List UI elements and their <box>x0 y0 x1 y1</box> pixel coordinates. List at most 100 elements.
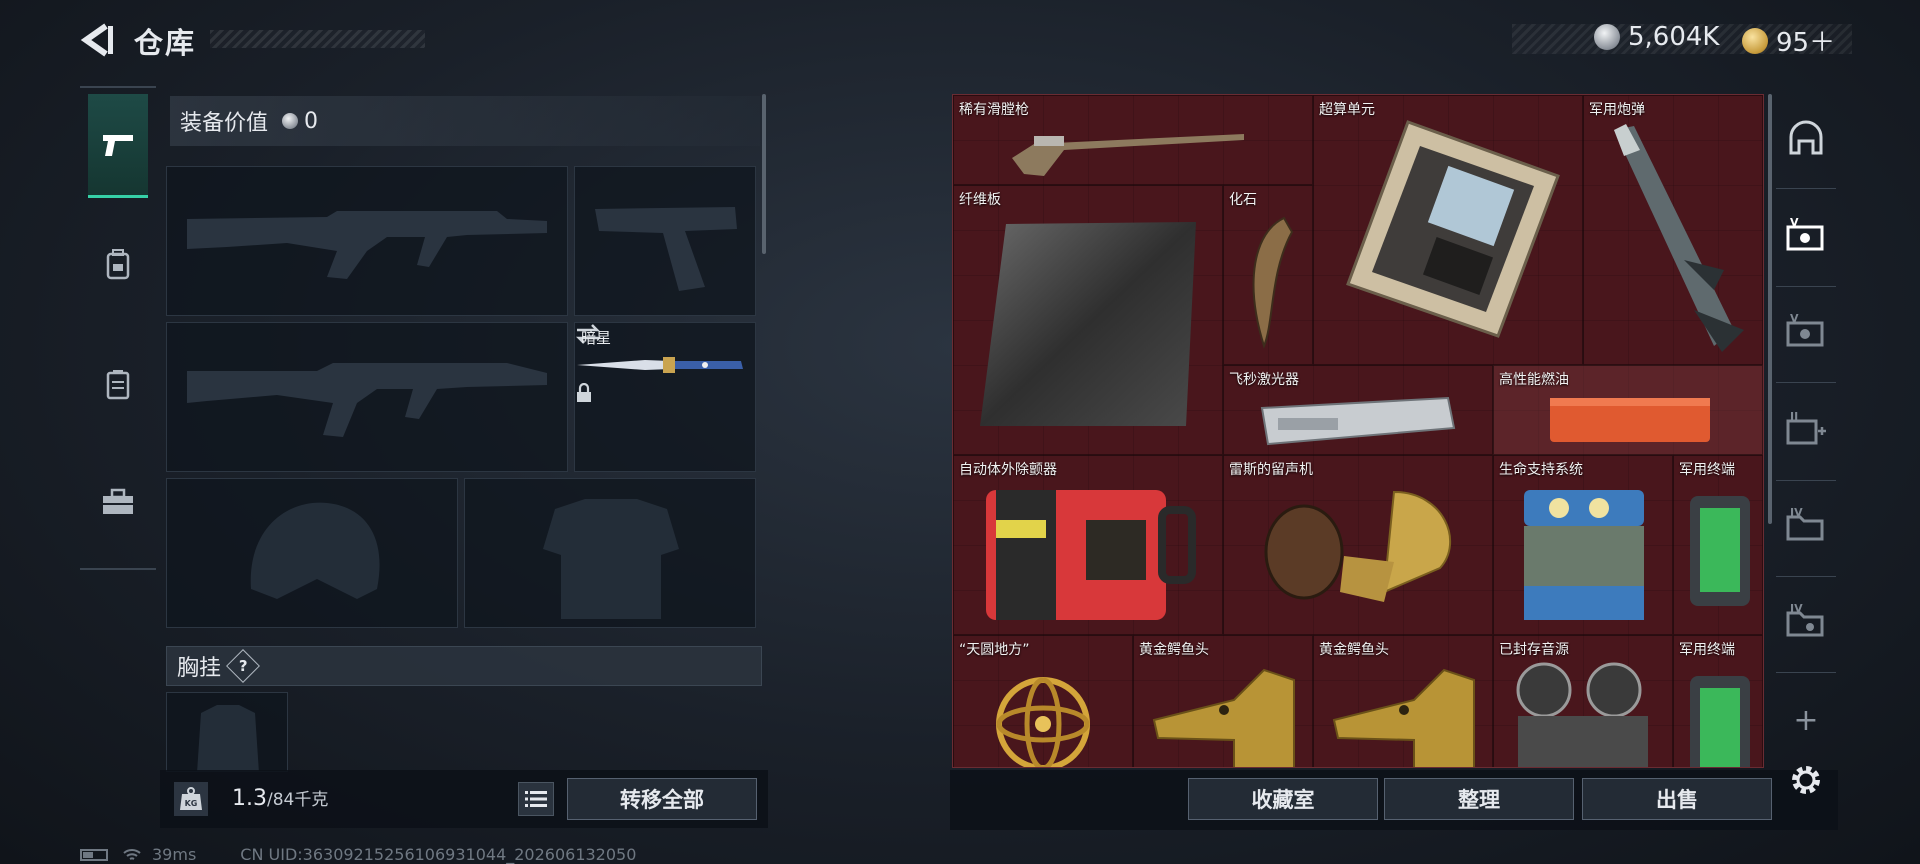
nav-backpack[interactable] <box>88 212 148 316</box>
fuel-case-icon <box>1550 398 1710 442</box>
rifle-silhouette-icon <box>187 363 547 437</box>
weight-readout: 1.3/84千克 <box>232 785 328 811</box>
claw-fossil-icon <box>1252 216 1294 349</box>
arch-door-icon <box>1789 120 1823 155</box>
tab-safehouse[interactable] <box>1782 114 1830 162</box>
item-label: 纤维板 <box>959 192 1001 208</box>
stash-item-high-performance-fuel[interactable]: 高性能燃油 <box>1493 365 1763 455</box>
collection-room-button[interactable]: 收藏室 <box>1188 778 1378 820</box>
chest-rig-label: 胸挂 <box>177 656 222 681</box>
melee-label: 暗星 <box>581 329 612 347</box>
svg-text:IV: IV <box>1790 602 1803 615</box>
svg-text:V: V <box>1790 216 1799 229</box>
stash-item-sealed-audio-source[interactable]: 已封存音源 <box>1493 635 1673 767</box>
nav-firearms[interactable] <box>88 94 148 198</box>
stash-item-femtosecond-laser[interactable]: 飞秒激光器 <box>1223 365 1493 455</box>
rugged-tablet-icon <box>1690 676 1750 767</box>
svg-text:II: II <box>1790 410 1798 423</box>
tab-stash-iv[interactable]: IV <box>1782 500 1830 548</box>
tab-stash-ii-add[interactable]: II <box>1782 404 1830 452</box>
melee-slot[interactable]: 暗星 <box>574 322 756 472</box>
body-armor-slot[interactable] <box>464 478 756 628</box>
stash-item-phonograph[interactable]: 雷斯的留声机 <box>1223 455 1493 635</box>
stash-item-fossil[interactable]: 化石 <box>1223 185 1313 365</box>
loadout-scrollbar[interactable] <box>762 94 766 254</box>
toolbox-icon <box>103 488 133 514</box>
settings-button[interactable] <box>1782 756 1830 804</box>
item-label: 军用终端 <box>1679 462 1735 478</box>
stash-item-golden-crocodile-head[interactable]: 黄金鳄鱼头 <box>1313 635 1493 767</box>
currency-silver[interactable]: 5,604K <box>1594 22 1719 52</box>
stash-item-military-terminal[interactable]: 军用终端 <box>1673 635 1763 767</box>
secondary-weapon-slot[interactable] <box>166 322 568 472</box>
stash-tab-icon: V <box>1786 312 1824 347</box>
sidearm-slot[interactable] <box>574 166 756 316</box>
stash-tab-icon: V <box>1786 216 1824 251</box>
armor-silhouette-icon <box>543 499 679 619</box>
dagger-icon <box>577 357 743 373</box>
left-nav <box>80 86 156 570</box>
list-icon <box>525 791 547 807</box>
item-label: 黄金鳄鱼头 <box>1139 642 1209 658</box>
stash-scrollbar[interactable] <box>1768 94 1772 524</box>
stash-item-military-shell[interactable]: 军用炮弹 <box>1583 95 1763 365</box>
item-label: 军用炮弹 <box>1589 102 1645 118</box>
organize-button[interactable]: 整理 <box>1384 778 1574 820</box>
currency-gold-value: 95＋ <box>1776 28 1836 58</box>
stash-tabs-nav: V V II IV IV + <box>1776 90 1836 794</box>
list-view-button[interactable] <box>518 782 554 816</box>
weight-max: /84千克 <box>267 790 329 810</box>
item-label: 飞秒激光器 <box>1229 372 1299 388</box>
folder-tools-tab-icon: IV <box>1786 602 1824 637</box>
title-decor-stripe <box>210 30 425 48</box>
armillary-sphere-icon <box>996 677 1090 767</box>
tab-stash-v-active[interactable]: V <box>1782 210 1830 258</box>
silver-coin-icon <box>1594 24 1620 50</box>
item-label: 黄金鳄鱼头 <box>1319 642 1389 658</box>
rifle-silhouette-icon <box>187 211 547 279</box>
back-arrow-icon <box>80 23 113 57</box>
silver-coin-icon <box>282 113 299 129</box>
gear-icon <box>1792 766 1820 794</box>
backpack-icon <box>106 249 130 280</box>
stash-item-fiberboard[interactable]: 纤维板 <box>953 185 1223 455</box>
svg-text:V: V <box>1790 312 1799 325</box>
stash-item-military-terminal[interactable]: 军用终端 <box>1673 455 1763 635</box>
stash-item-rare-musket[interactable]: 稀有滑膛枪 <box>953 95 1313 185</box>
musket-icon <box>1012 134 1244 176</box>
wifi-icon <box>123 848 141 860</box>
svg-text:KG: KG <box>185 799 198 808</box>
stash-bottom-bar: 收藏室 整理 出售 <box>950 770 1838 830</box>
nav-toolbox[interactable] <box>88 450 148 554</box>
tab-stash-v[interactable]: V <box>1782 306 1830 354</box>
equip-value-label: 装备价值 <box>180 111 269 136</box>
chest-rig-slot[interactable] <box>166 692 288 772</box>
stash-item-supercomputer-unit[interactable]: 超算单元 <box>1313 95 1583 365</box>
stash-item-armillary[interactable]: “天圆地方” <box>953 635 1133 767</box>
currency-gold[interactable]: 95＋ <box>1742 22 1835 59</box>
stash-item-life-support-system[interactable]: 生命支持系统 <box>1493 455 1673 635</box>
stash-item-aed[interactable]: 自动体外除颤器 <box>953 455 1223 635</box>
help-icon[interactable]: ? <box>226 649 260 683</box>
item-label: “天圆地方” <box>959 642 1030 658</box>
reel-recorder-icon <box>1516 662 1648 767</box>
golden-crocodile-icon <box>1332 668 1475 767</box>
back-button[interactable] <box>80 22 116 58</box>
item-label: 雷斯的留声机 <box>1229 462 1313 478</box>
nav-armor[interactable] <box>88 332 148 436</box>
stash-item-golden-crocodile-head[interactable]: 黄金鳄鱼头 <box>1133 635 1313 767</box>
primary-weapon-slot[interactable] <box>166 166 568 316</box>
weight-icon: KG <box>174 782 208 816</box>
status-bar: 39ms CN UID:3630921525610693104​4_202606… <box>80 845 636 864</box>
weight-current: 1.3 <box>232 786 267 811</box>
transfer-all-button[interactable]: 转移全部 <box>567 778 757 820</box>
helmet-slot[interactable] <box>166 478 458 628</box>
battery-icon <box>80 848 108 861</box>
sell-button[interactable]: 出售 <box>1582 778 1772 820</box>
ping-readout: 39ms <box>152 845 197 864</box>
chest-rig-silhouette-icon <box>197 705 259 771</box>
phonograph-icon <box>1264 490 1451 602</box>
add-stash-tab-button[interactable]: + <box>1782 696 1830 744</box>
golden-crocodile-icon <box>1152 668 1295 767</box>
tab-stash-iv-tools[interactable]: IV <box>1782 596 1830 644</box>
